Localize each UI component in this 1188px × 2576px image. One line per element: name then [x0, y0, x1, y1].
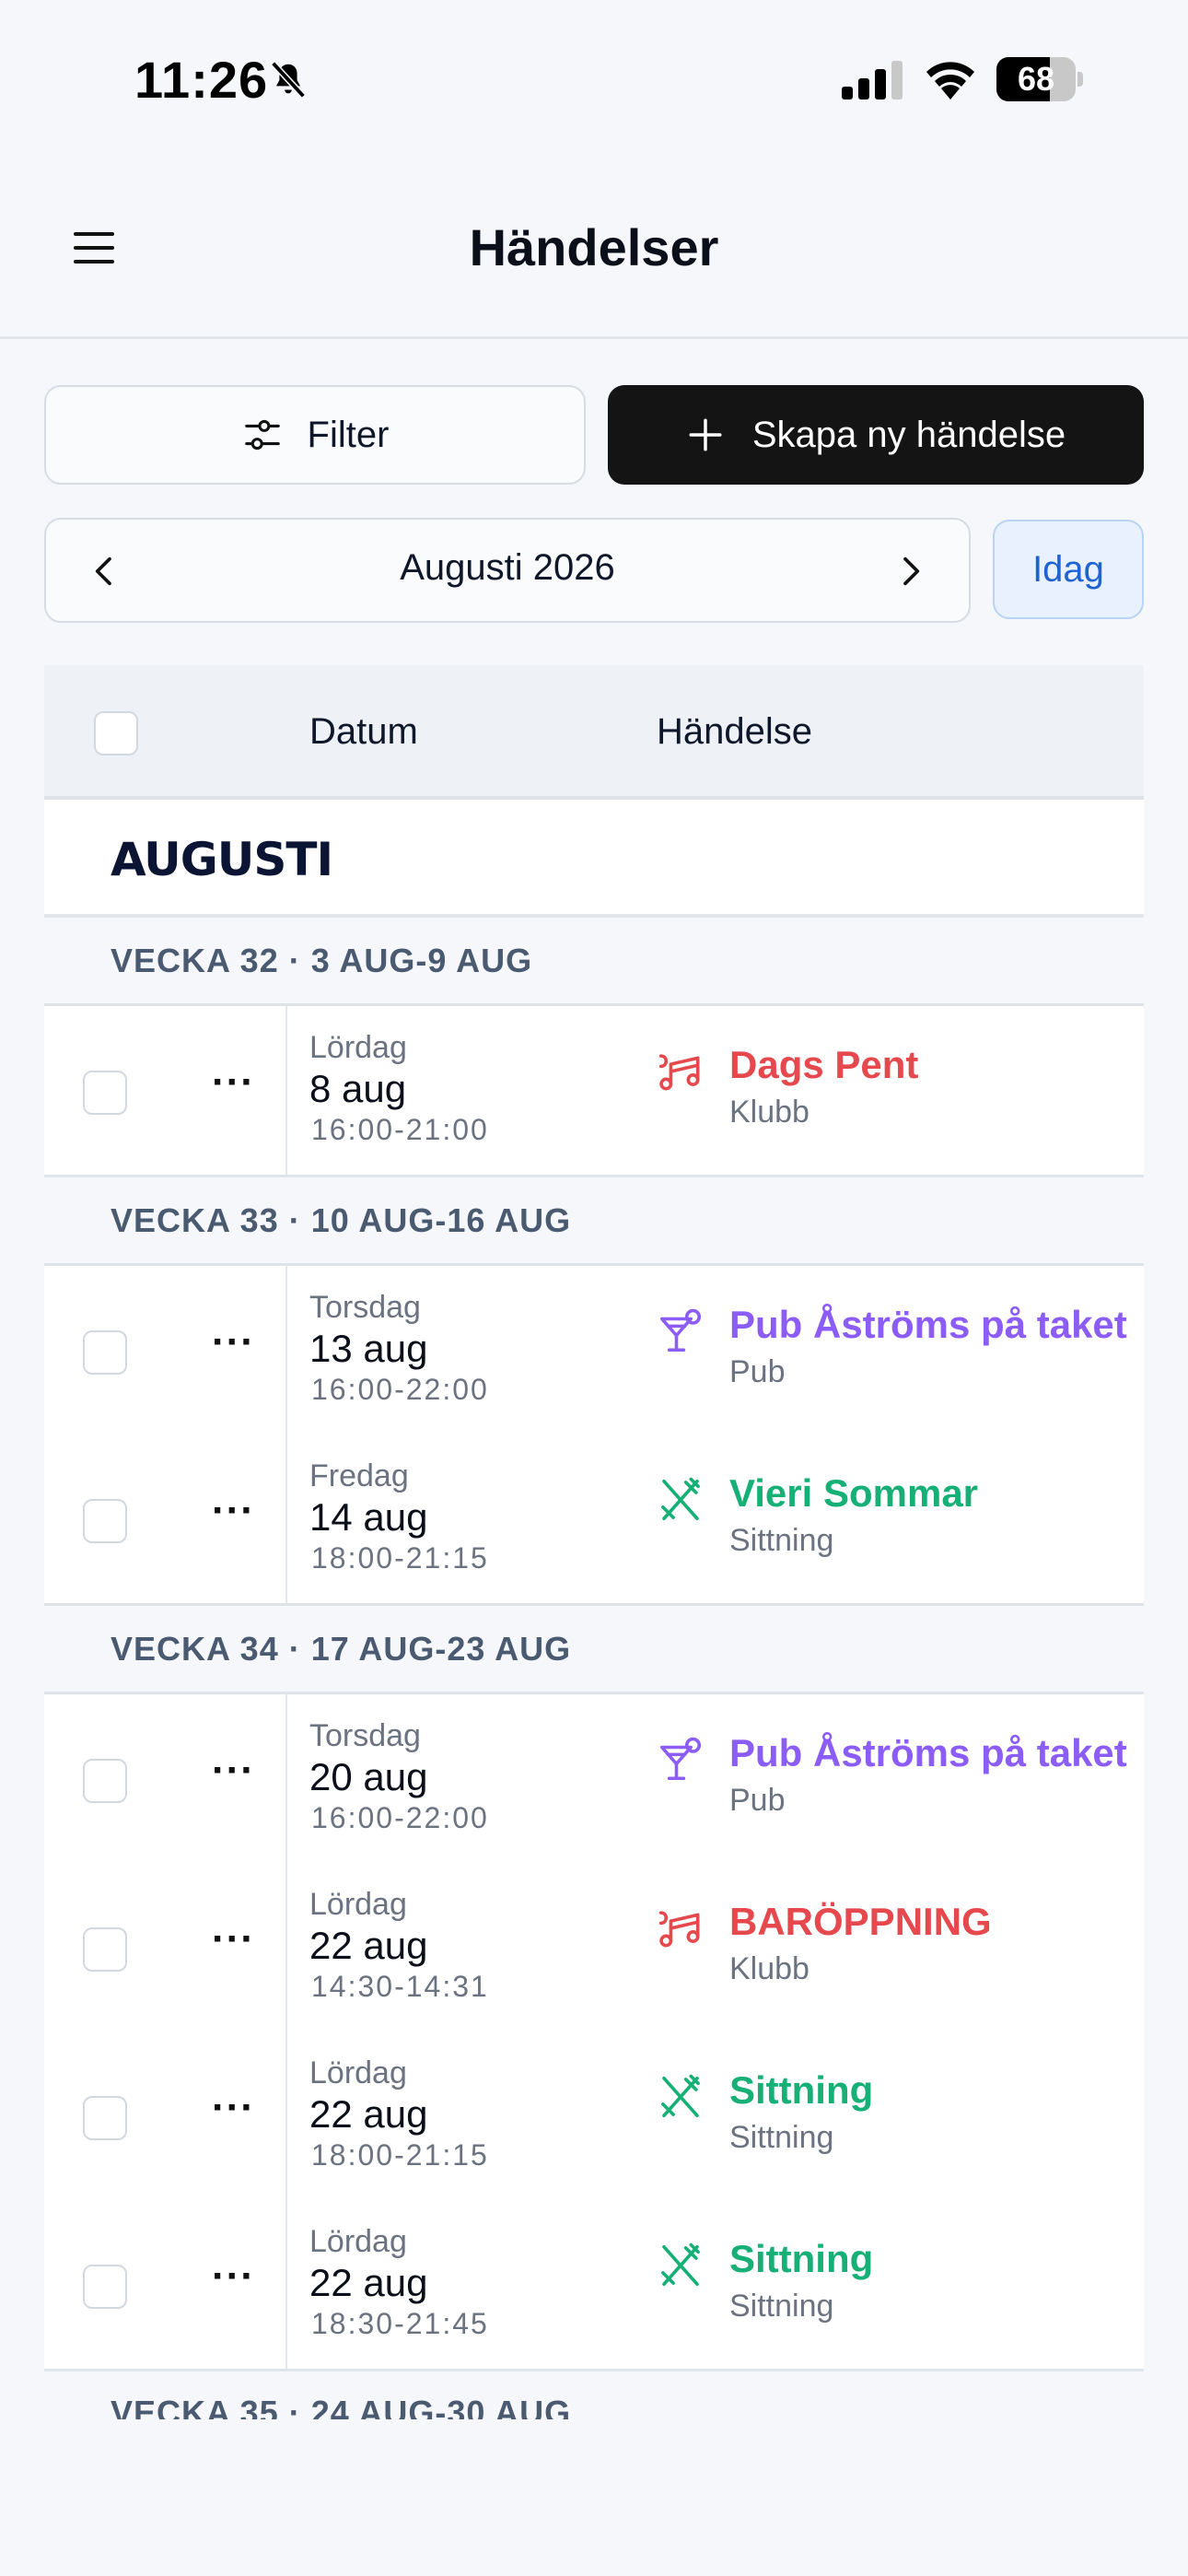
row-checkbox[interactable] — [83, 1330, 127, 1375]
music-notes-icon — [656, 1903, 705, 1953]
event-title[interactable]: Pub Åströms på taket — [729, 1731, 1127, 1775]
event-time: 18:30-21:45 — [311, 2307, 489, 2340]
cellular-signal-icon — [842, 61, 903, 100]
table-row[interactable]: ··· Lördag 22 aug 14:30-14:31 BARÖPPNING… — [44, 1863, 1144, 2032]
event-date: 14 aug — [309, 1495, 428, 1539]
bell-muted-icon — [271, 61, 306, 99]
row-checkbox[interactable] — [83, 1759, 127, 1803]
event-category: Sittning — [729, 1523, 834, 1558]
app-header: Händelser — [0, 157, 1188, 339]
event-date: 20 aug — [309, 1755, 428, 1798]
event-weekday: Lördag — [309, 2224, 407, 2259]
week-events: ··· Lördag 8 aug 16:00-21:00 Dags Pent K… — [44, 1006, 1144, 1177]
event-weekday: Fredag — [309, 1458, 409, 1493]
more-options-button[interactable]: ··· — [212, 1488, 255, 1534]
current-month-label: Augusti 2026 — [400, 547, 615, 588]
event-weekday: Lördag — [309, 1887, 407, 1922]
today-button[interactable]: Idag — [993, 520, 1144, 619]
filter-label: Filter — [307, 414, 390, 455]
row-checkbox[interactable] — [83, 2096, 127, 2140]
week-events: ··· Torsdag 13 aug 16:00-22:00 Pub Åströ… — [44, 1266, 1144, 1606]
more-options-button[interactable]: ··· — [212, 1319, 255, 1365]
status-time: 11:26 — [134, 51, 269, 109]
page-title: Händelser — [469, 218, 719, 276]
create-event-label: Skapa ny händelse — [751, 414, 1066, 455]
event-category: Klubb — [729, 1095, 809, 1130]
week-label: VECKA 34 · 17 AUG-23 AUG — [111, 1630, 572, 1668]
event-category: Pub — [729, 1783, 786, 1818]
event-title[interactable]: Sittning — [729, 2068, 873, 2113]
event-title[interactable]: BARÖPPNING — [729, 1900, 992, 1944]
event-title[interactable]: Vieri Sommar — [729, 1471, 978, 1516]
cocktail-icon — [656, 1306, 705, 1356]
event-date: 22 aug — [309, 2092, 428, 2136]
battery-indicator: 68 — [996, 57, 1083, 101]
table-header: Datum Händelse — [44, 665, 1144, 800]
week-label: VECKA 33 · 10 AUG-16 AUG — [111, 1201, 572, 1239]
week-label-partial: VECKA 35 · 24 AUG-30 AUG — [111, 2399, 572, 2419]
more-options-button[interactable]: ··· — [212, 2085, 255, 2131]
event-date: 8 aug — [309, 1067, 407, 1110]
weeks-container: VECKA 32 · 3 AUG-9 AUG ··· Lördag 8 aug … — [44, 918, 1144, 2371]
row-checkbox[interactable] — [83, 1927, 127, 1972]
event-title[interactable]: Sittning — [729, 2237, 873, 2281]
month-navigator: Augusti 2026 — [44, 518, 971, 623]
event-weekday: Lördag — [309, 2055, 407, 2090]
event-time: 16:00-21:00 — [311, 1113, 489, 1146]
table-row[interactable]: ··· Lördag 8 aug 16:00-21:00 Dags Pent K… — [44, 1006, 1144, 1175]
more-options-button[interactable]: ··· — [212, 1748, 255, 1794]
event-title[interactable]: Dags Pent — [729, 1043, 918, 1087]
sliders-icon — [244, 419, 280, 451]
column-header-date: Datum — [309, 711, 418, 752]
week-header-row: VECKA 33 · 10 AUG-16 AUG — [44, 1177, 1144, 1266]
event-category: Sittning — [729, 2120, 834, 2155]
filter-button[interactable]: Filter — [44, 385, 586, 485]
month-heading: AUGUSTI — [111, 833, 333, 886]
cocktail-icon — [656, 1735, 705, 1785]
week-header-row: VECKA 32 · 3 AUG-9 AUG — [44, 918, 1144, 1006]
event-time: 18:00-21:15 — [311, 1541, 489, 1575]
event-time: 16:00-22:00 — [311, 1373, 489, 1406]
table-row[interactable]: ··· Torsdag 13 aug 16:00-22:00 Pub Åströ… — [44, 1266, 1144, 1434]
events-table: Datum Händelse AUGUSTI VECKA 32 · 3 AUG-… — [44, 665, 1144, 2371]
plus-icon — [689, 418, 722, 451]
utensils-icon — [656, 2241, 705, 2290]
event-weekday: Torsdag — [309, 1290, 421, 1325]
table-row[interactable]: ··· Lördag 22 aug 18:30-21:45 Sittning S… — [44, 2200, 1144, 2369]
event-time: 16:00-22:00 — [311, 1801, 489, 1834]
utensils-icon — [656, 1475, 705, 1525]
row-checkbox[interactable] — [83, 1499, 127, 1543]
row-checkbox[interactable] — [83, 1071, 127, 1115]
week-label: VECKA 32 · 3 AUG-9 AUG — [111, 942, 533, 979]
music-notes-icon — [656, 1047, 705, 1096]
more-options-button[interactable]: ··· — [212, 2254, 255, 2300]
event-date: 22 aug — [309, 2261, 428, 2304]
event-weekday: Lördag — [309, 1030, 407, 1065]
week-events: ··· Torsdag 20 aug 16:00-22:00 Pub Åströ… — [44, 1694, 1144, 2371]
event-time: 18:00-21:15 — [311, 2138, 489, 2172]
event-category: Pub — [729, 1354, 786, 1389]
wifi-icon — [926, 62, 974, 100]
row-checkbox[interactable] — [83, 2265, 127, 2309]
event-category: Sittning — [729, 2289, 834, 2324]
table-row[interactable]: ··· Fredag 14 aug 18:00-21:15 Vieri Somm… — [44, 1434, 1144, 1603]
event-time: 14:30-14:31 — [311, 1970, 489, 2003]
column-header-event: Händelse — [657, 711, 813, 752]
chevron-right-icon[interactable] — [891, 553, 928, 590]
month-heading-row: AUGUSTI — [44, 800, 1144, 918]
more-options-button[interactable]: ··· — [212, 1916, 255, 1962]
event-title[interactable]: Pub Åströms på taket — [729, 1303, 1127, 1347]
more-options-button[interactable]: ··· — [212, 1060, 255, 1106]
select-all-checkbox[interactable] — [94, 711, 138, 755]
event-weekday: Torsdag — [309, 1718, 421, 1753]
week-header-row: VECKA 34 · 17 AUG-23 AUG — [44, 1606, 1144, 1694]
table-row[interactable]: ··· Lördag 22 aug 18:00-21:15 Sittning S… — [44, 2032, 1144, 2200]
status-bar: 11:26 68 — [0, 0, 1188, 157]
table-row[interactable]: ··· Torsdag 20 aug 16:00-22:00 Pub Åströ… — [44, 1694, 1144, 1863]
event-date: 22 aug — [309, 1924, 428, 1967]
create-event-button[interactable]: Skapa ny händelse — [608, 385, 1144, 485]
event-category: Klubb — [729, 1951, 809, 1986]
event-date: 13 aug — [309, 1327, 428, 1370]
utensils-icon — [656, 2072, 705, 2122]
